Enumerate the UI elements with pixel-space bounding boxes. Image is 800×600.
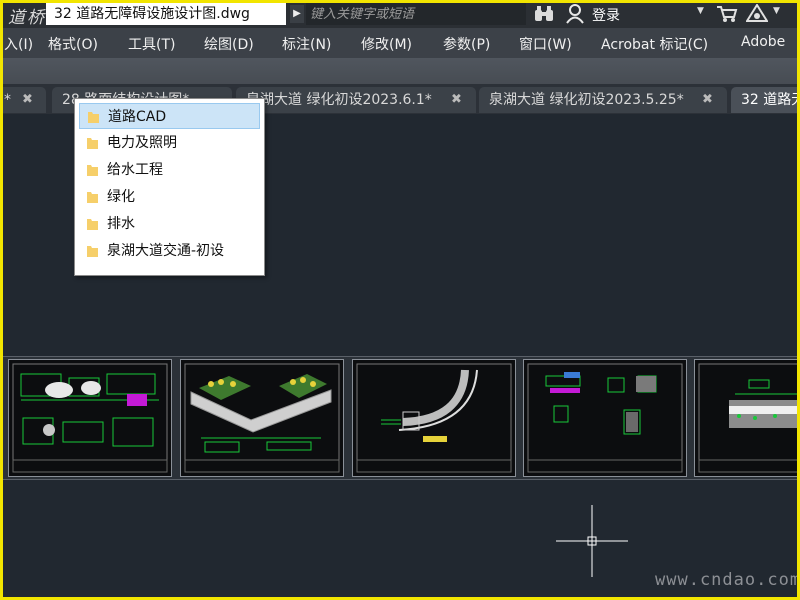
folder-item-power-lighting[interactable]: 电力及照明 xyxy=(79,130,260,156)
layout-thumbnail-2[interactable] xyxy=(180,359,344,477)
layout-thumbnail-3[interactable] xyxy=(352,359,516,477)
binoculars-icon[interactable] xyxy=(534,6,554,22)
ribbon-strip xyxy=(0,58,800,85)
tab-file-3[interactable]: 泉湖大道 绿化初设2023.5.25* ✖ xyxy=(479,87,727,113)
tab-file-2[interactable]: 泉湖大道 绿化初设2023.6.1* ✖ xyxy=(236,87,476,113)
menu-dimension[interactable]: 标注(N) xyxy=(282,34,331,54)
menu-adobe[interactable]: Adobe xyxy=(741,34,785,50)
menu-format[interactable]: 格式(O) xyxy=(48,34,98,54)
tab-label: * xyxy=(4,92,11,108)
tab-file-active[interactable]: 32 道路无障碍设施设计图 xyxy=(731,87,800,113)
menu-draw[interactable]: 绘图(D) xyxy=(204,34,254,54)
tab-label: 32 道路无障碍设施设计图 xyxy=(741,92,800,108)
login-dropdown-caret-icon[interactable]: ▼ xyxy=(697,6,704,16)
folder-item-label: 绿化 xyxy=(107,189,135,205)
menu-acrobat-markup[interactable]: Acrobat 标记(C) xyxy=(601,34,708,54)
folder-item-label: 泉湖大道交通-初设 xyxy=(107,243,225,259)
tab-label: 泉湖大道 绿化初设2023.5.25* xyxy=(489,92,684,108)
folder-item-label: 给水工程 xyxy=(107,162,163,178)
menu-modify[interactable]: 修改(M) xyxy=(361,34,412,54)
menu-bar: 入(I) 格式(O) 工具(T) 绘图(D) 标注(N) 修改(M) 参数(P)… xyxy=(0,28,800,58)
menu-parameters[interactable]: 参数(P) xyxy=(443,34,490,54)
folder-item-traffic-design[interactable]: 泉湖大道交通-初设 xyxy=(79,238,260,264)
login-label[interactable]: 登录 xyxy=(592,5,620,25)
layout-thumbnail-1[interactable] xyxy=(8,359,172,477)
cart-icon[interactable] xyxy=(716,5,738,23)
exchange-apps-icon[interactable] xyxy=(746,4,768,24)
menu-tools[interactable]: 工具(T) xyxy=(128,34,175,54)
layout-thumbnail-4[interactable] xyxy=(523,359,687,477)
crosshair-cursor-icon xyxy=(556,505,628,577)
search-input[interactable] xyxy=(306,3,526,25)
title-bar: 道桥网 32 道路无障碍设施设计图.dwg ▶ 登录 ▼ ▼ xyxy=(0,0,800,28)
folder-icon xyxy=(87,192,98,203)
exchange-dropdown-caret-icon[interactable]: ▼ xyxy=(773,6,780,16)
user-icon[interactable] xyxy=(566,4,584,24)
folder-item-drainage[interactable]: 排水 xyxy=(79,211,260,237)
drawing-preview xyxy=(184,363,340,473)
folder-item-road-cad[interactable]: 道路CAD xyxy=(79,103,260,129)
drawing-preview xyxy=(356,363,512,473)
folder-item-label: 道路CAD xyxy=(108,109,167,125)
document-title[interactable]: 32 道路无障碍设施设计图.dwg xyxy=(46,3,286,25)
drawing-preview xyxy=(698,363,800,473)
tab-label: 泉湖大道 绿化初设2023.6.1* xyxy=(246,92,432,108)
tab-close-icon[interactable]: ✖ xyxy=(22,87,33,113)
folder-icon xyxy=(87,246,98,257)
menu-window[interactable]: 窗口(W) xyxy=(519,34,572,54)
drawing-preview xyxy=(12,363,168,473)
menu-insert[interactable]: 入(I) xyxy=(4,34,33,54)
layout-thumbnail-strip xyxy=(0,356,800,480)
folder-item-water-supply[interactable]: 给水工程 xyxy=(79,157,260,183)
tab-close-icon[interactable]: ✖ xyxy=(702,87,713,113)
folder-item-greening[interactable]: 绿化 xyxy=(79,184,260,210)
folder-item-label: 电力及照明 xyxy=(107,135,177,151)
folder-icon xyxy=(87,165,98,176)
folder-icon xyxy=(88,112,99,123)
expand-arrow-icon[interactable]: ▶ xyxy=(290,5,304,23)
layout-thumbnail-5[interactable] xyxy=(694,359,800,477)
folder-icon xyxy=(87,219,98,230)
tab-file-0[interactable]: * ✖ xyxy=(0,87,46,113)
folder-item-label: 排水 xyxy=(107,216,135,232)
site-watermark: www.cndao.com xyxy=(655,570,800,590)
drawing-preview xyxy=(527,363,683,473)
folder-icon xyxy=(87,138,98,149)
folder-dropdown-menu: 道路CAD 电力及照明 给水工程 绿化 排水 泉湖大道交通-初设 xyxy=(74,98,265,276)
tab-close-icon[interactable]: ✖ xyxy=(451,87,462,113)
